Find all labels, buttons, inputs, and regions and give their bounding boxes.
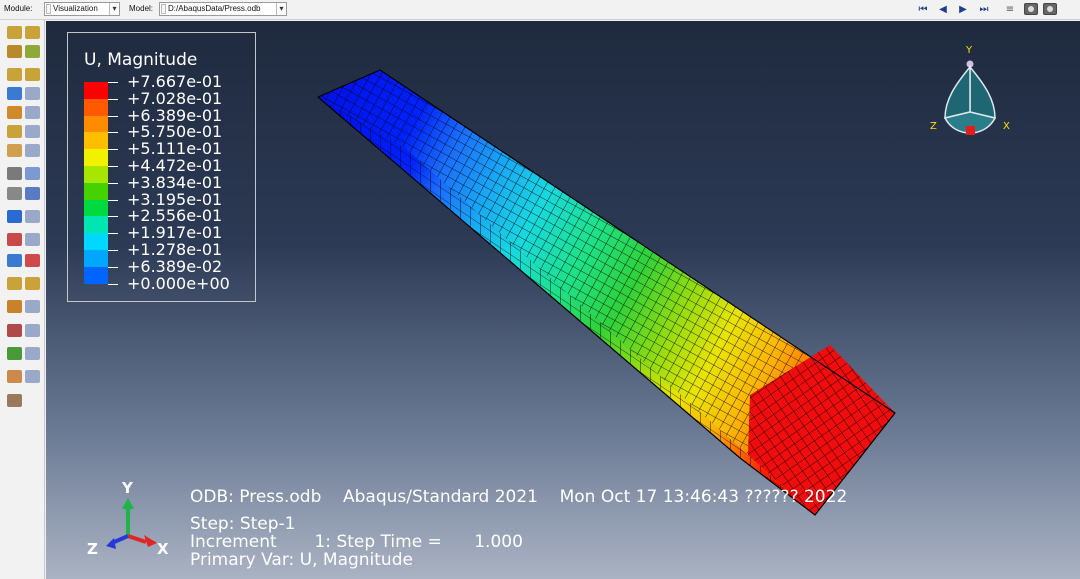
triad-z-label: Z xyxy=(87,540,98,558)
legend-tick xyxy=(108,250,118,251)
legend-value: +1.917e-01 xyxy=(127,223,223,243)
view-cube-z-label: Z xyxy=(930,121,937,132)
legend-tick xyxy=(108,149,118,151)
legend-swatch xyxy=(84,216,108,234)
primary-variable-info: Primary Var: U, Magnitude xyxy=(190,550,413,570)
legend-swatch xyxy=(84,233,108,250)
legend-tick xyxy=(108,98,118,100)
view-cube[interactable]: Y Z X xyxy=(925,40,1020,160)
legend-tick xyxy=(108,266,118,268)
view-cube-x-label: X xyxy=(1003,121,1010,132)
legend-value: +6.389e-02 xyxy=(127,256,223,276)
legend-value: +1.278e-01 xyxy=(127,240,223,259)
legend-tick xyxy=(108,283,118,285)
legend-swatch xyxy=(84,98,108,116)
legend-tick xyxy=(108,132,118,134)
legend-tick xyxy=(108,166,118,167)
beam-side-grid xyxy=(318,97,815,515)
increment-info: Increment 1: Step Time = 1.000 xyxy=(190,532,523,552)
legend-swatch xyxy=(84,82,108,99)
legend-swatch xyxy=(84,266,108,284)
legend-value: +3.834e-01 xyxy=(127,172,223,192)
legend-value: +7.667e-01 xyxy=(127,72,223,91)
coordinate-triad: Y Z X xyxy=(87,479,169,558)
legend-swatch xyxy=(84,199,108,217)
legend-value: +0.000e+00 xyxy=(127,273,230,293)
step-info: Step: Step-1 xyxy=(190,514,296,534)
view-cube-y-label: Y xyxy=(965,45,973,56)
legend-value: +3.195e-01 xyxy=(127,189,223,209)
triad-y-label: Y xyxy=(121,479,134,497)
legend-title: U, Magnitude xyxy=(84,50,198,70)
legend-value: +7.028e-01 xyxy=(127,88,223,108)
legend-tick xyxy=(108,216,118,218)
odb-info-line: ODB: Press.odb Abaqus/Standard 2021 Mon … xyxy=(190,487,848,507)
legend-swatch xyxy=(84,149,108,166)
legend-swatch xyxy=(84,115,108,133)
legend-value: +4.472e-01 xyxy=(127,156,223,175)
legend-swatch xyxy=(84,250,108,267)
legend-tick xyxy=(108,82,118,83)
legend-value: +6.389e-01 xyxy=(127,105,223,125)
legend-value: +5.750e-01 xyxy=(127,122,223,142)
legend-tick xyxy=(108,115,118,117)
legend-tick xyxy=(108,233,118,235)
legend-value: +2.556e-01 xyxy=(127,206,223,226)
legend-tick xyxy=(108,182,118,184)
legend-tick xyxy=(108,199,118,201)
triad-x-label: X xyxy=(157,540,169,558)
legend-value: +5.111e-01 xyxy=(127,139,223,159)
legend-swatch xyxy=(84,166,108,183)
legend-swatch xyxy=(84,182,108,200)
legend-swatch xyxy=(84,132,108,150)
